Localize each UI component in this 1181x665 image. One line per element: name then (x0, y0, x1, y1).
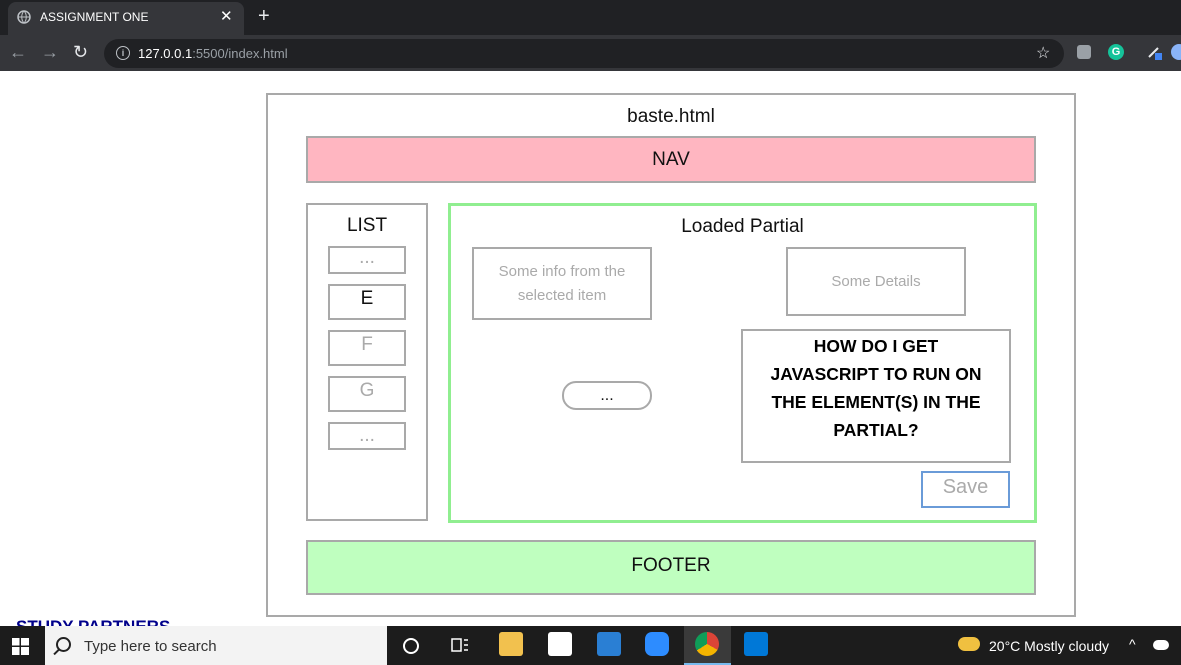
list-item[interactable]: F (328, 330, 406, 366)
details-box: Some Details (786, 247, 966, 316)
question-box: HOW DO I GET JAVASCRIPT TO RUN ON THE EL… (741, 329, 1011, 463)
question-text: HOW DO I GET JAVASCRIPT TO RUN ON THE EL… (770, 336, 982, 440)
weather-text[interactable]: 20°C Mostly cloudy (989, 638, 1109, 654)
tray-chevron-icon[interactable]: ^ (1129, 636, 1136, 652)
cortana-icon[interactable] (403, 638, 419, 654)
nav-bar: NAV (306, 136, 1036, 183)
info-box-text: Some info from the selected item (498, 262, 626, 304)
chrome-icon (695, 632, 719, 656)
close-tab-icon[interactable]: ✕ (220, 7, 233, 25)
globe-icon (17, 10, 31, 24)
selected-item-info-box: Some info from the selected item (472, 247, 652, 320)
list-item[interactable]: ... (328, 422, 406, 450)
back-icon[interactable]: ← (9, 42, 27, 63)
reload-icon[interactable]: ↻ (73, 42, 88, 63)
more-button[interactable]: ... (562, 381, 652, 410)
mail-icon[interactable] (597, 632, 621, 656)
store-icon[interactable] (548, 632, 572, 656)
windows-start-icon[interactable] (12, 638, 29, 655)
grammarly-icon[interactable]: G (1108, 44, 1124, 60)
task-view-icon[interactable] (451, 638, 469, 654)
url-text[interactable]: 127.0.0.1:5500/index.html (138, 46, 288, 61)
page-title: baste.html (627, 106, 715, 127)
search-placeholder: Type here to search (84, 638, 217, 655)
footer-bar: FOOTER (306, 540, 1036, 595)
list-item[interactable]: G (328, 376, 406, 412)
forward-icon[interactable]: → (41, 42, 59, 63)
new-tab-button[interactable]: + (258, 5, 270, 28)
extension-icon[interactable] (1077, 45, 1091, 59)
vscode-icon[interactable] (744, 632, 768, 656)
eyedropper-extension-icon[interactable] (1146, 44, 1162, 60)
profile-extension-icon[interactable] (1171, 44, 1181, 60)
onedrive-icon[interactable] (1153, 640, 1169, 650)
file-explorer-icon[interactable] (499, 632, 523, 656)
weather-cloud-icon[interactable] (958, 637, 980, 651)
list-item-selected[interactable]: E (328, 284, 406, 320)
zoom-icon[interactable] (645, 632, 669, 656)
save-button[interactable]: Save (921, 471, 1010, 508)
bookmark-star-icon[interactable]: ☆ (1036, 43, 1050, 63)
info-icon[interactable]: i (116, 46, 130, 60)
tab-title: ASSIGNMENT ONE (40, 10, 149, 24)
list-item[interactable]: ... (328, 246, 406, 274)
list-heading: LIST (346, 215, 388, 236)
partial-heading: Loaded Partial (681, 216, 804, 237)
